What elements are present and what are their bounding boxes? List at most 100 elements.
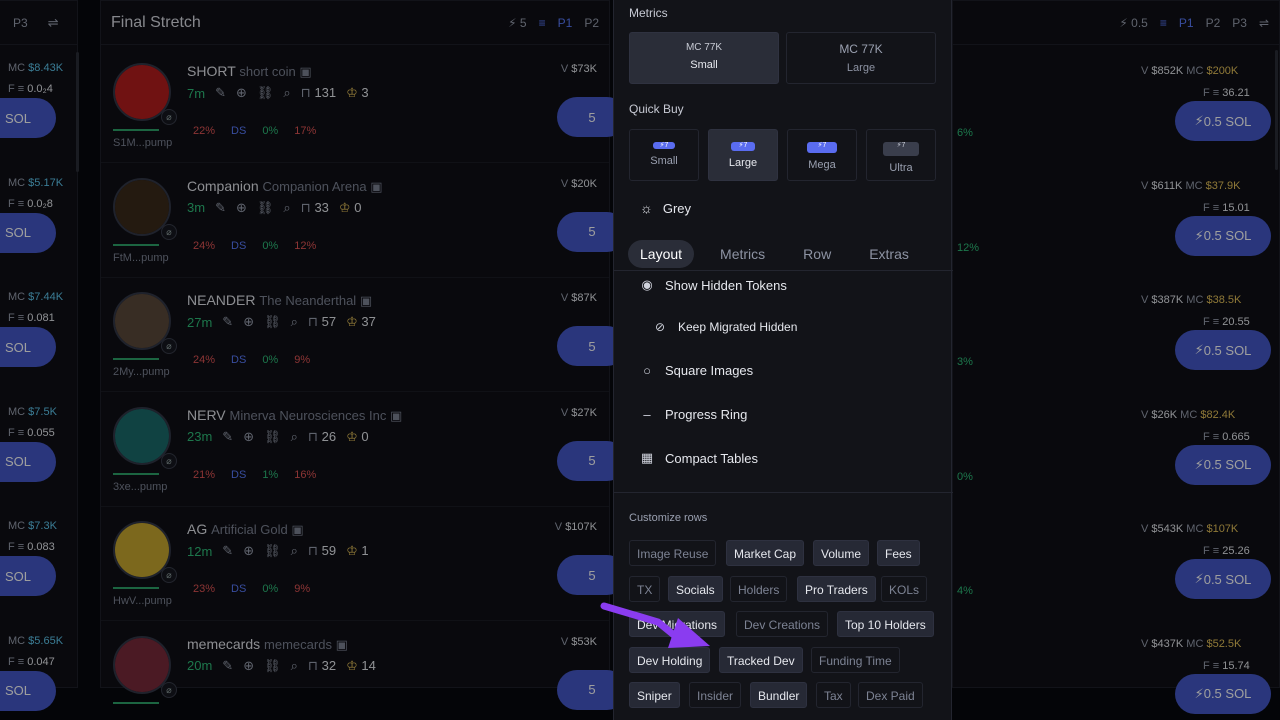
quick-buy-button[interactable]: ⚡ 0.5 SOL [1175, 101, 1271, 141]
quick-buy-button[interactable]: SOL [0, 98, 56, 138]
globe-icon[interactable]: ⊕ [236, 200, 247, 216]
token-address[interactable]: S1M...pump [113, 137, 172, 149]
token-name[interactable]: memecards memecards ▣ [187, 636, 348, 653]
token-name[interactable]: NEANDER The Neanderthal ▣ [187, 292, 372, 309]
row-chip[interactable]: Dex Paid [858, 682, 923, 708]
row-chip[interactable]: Insider [689, 682, 742, 708]
quick-buy-large[interactable]: ⚡7 Large [708, 129, 778, 181]
row-chip[interactable]: Pro Traders [797, 576, 876, 602]
quick-buy-mega[interactable]: ⚡7 Mega [787, 129, 857, 181]
quick-buy-button[interactable]: ⚡ 0.5 SOL [1175, 444, 1271, 485]
token-row[interactable]: ⌀ HwV...pump AG Artificial Gold ▣ 12m ✎ ⊕ ⛓ ⌕ ⊓ … [101, 507, 627, 621]
tab-extras[interactable]: Extras [857, 240, 921, 268]
globe-icon[interactable]: ⊕ [243, 543, 254, 559]
globe-icon[interactable]: ⊕ [243, 429, 254, 445]
token-name[interactable]: NERV Minerva Neurosciences Inc ▣ [187, 407, 402, 424]
token-address[interactable]: HwV...pump [113, 595, 172, 607]
row-chip[interactable]: Bundler [750, 682, 808, 708]
row-chip[interactable]: Top 10 Holders [837, 611, 934, 637]
pen-icon[interactable]: ✎ [222, 314, 233, 330]
row-chip[interactable]: Funding Time [811, 647, 900, 673]
link-icon[interactable]: ⛓ [264, 314, 281, 330]
metrics-large-option[interactable]: MC 77K Large [786, 32, 936, 84]
quick-buy-small[interactable]: ⚡7 Small [629, 129, 699, 181]
row-chip[interactable]: Dev Holding [629, 647, 711, 673]
globe-icon[interactable]: ⊕ [243, 314, 254, 330]
pen-icon[interactable]: ✎ [215, 85, 226, 101]
copy-icon[interactable]: ▣ [332, 637, 348, 652]
row-chip[interactable]: Socials [668, 576, 723, 602]
copy-icon[interactable]: ▣ [296, 64, 311, 79]
option-keep-migrated-hidden[interactable]: ⊘ Keep Migrated Hidden [652, 320, 797, 334]
option-square-images[interactable]: ○ Square Images [639, 363, 753, 378]
search-icon[interactable]: ⌕ [283, 200, 290, 216]
token-row[interactable]: ⌀ FtM...pump Companion Companion Arena ▣ 3m… [101, 164, 627, 278]
token-row[interactable]: ⌀ 2My...pump NEANDER The Neanderthal ▣ 27m ✎… [101, 278, 627, 392]
link-icon[interactable]: ⛓ [264, 658, 281, 674]
globe-icon[interactable]: ⊕ [236, 85, 247, 101]
row-chip[interactable]: Volume [813, 540, 870, 566]
quick-buy-button[interactable]: SOL [0, 441, 56, 482]
row-chip[interactable]: Tax [816, 682, 851, 708]
link-icon[interactable]: ⛓ [257, 200, 274, 216]
pen-icon[interactable]: ✎ [222, 429, 233, 445]
pen-icon[interactable]: ✎ [222, 543, 233, 559]
list-icon-right[interactable]: ≡ [1160, 16, 1167, 30]
option-compact-tables[interactable]: ▦ Compact Tables [639, 450, 758, 466]
quick-buy-button[interactable]: SOL [0, 556, 56, 596]
search-icon[interactable]: ⌕ [291, 658, 298, 674]
theme-toggle[interactable]: ☼ Grey [640, 200, 691, 216]
preset-p1[interactable]: P1 [558, 16, 573, 30]
quick-buy-ultra[interactable]: ⚡7 Ultra [866, 129, 936, 181]
copy-icon[interactable]: ▣ [288, 522, 303, 537]
token-address[interactable]: 3xe...pump [113, 481, 167, 493]
link-icon[interactable]: ⛓ [264, 429, 281, 445]
globe-icon[interactable]: ⊕ [243, 658, 254, 674]
metrics-small-option[interactable]: MC 77K Small [629, 32, 779, 84]
copy-icon[interactable]: ▣ [356, 293, 372, 308]
quick-buy-button[interactable]: ⚡ 0.5 SOL [1175, 215, 1271, 256]
row-chip[interactable]: Fees [877, 540, 920, 566]
quick-buy-button[interactable]: SOL [0, 212, 56, 253]
preset-p1-right[interactable]: P1 [1179, 16, 1194, 30]
quick-buy-button[interactable]: SOL [0, 327, 56, 367]
right-scrollbar[interactable] [1275, 50, 1278, 170]
left-scrollbar[interactable] [76, 52, 79, 172]
tab-layout[interactable]: Layout [628, 239, 695, 268]
row-chip[interactable]: TX [629, 576, 661, 602]
copy-icon[interactable]: ▣ [367, 179, 382, 194]
option-show-hidden-tokens[interactable]: ◉ Show Hidden Tokens [639, 277, 787, 293]
search-icon[interactable]: ⌕ [283, 85, 290, 101]
row-chip[interactable]: Image Reuse [629, 540, 717, 566]
row-chip[interactable]: KOLs [881, 576, 928, 602]
token-name[interactable]: Companion Companion Arena ▣ [187, 178, 382, 195]
token-row[interactable]: ⌀ S1M...pump SHORT short coin ▣ 7m ✎ ⊕ ⛓ ⌕ ⊓ 131… [101, 49, 627, 163]
list-icon[interactable]: ≡ [539, 16, 546, 30]
token-row[interactable]: ⌀ memecards memecards ▣ 20m ✎ ⊕ ⛓ ⌕ ⊓ 32 ♔ 14 V $… [101, 622, 627, 720]
preset-p3[interactable]: P3 [13, 16, 28, 30]
filter-icon-right[interactable]: ⇌ [1259, 16, 1269, 30]
quick-buy-button[interactable]: ⚡ 0.5 SOL [1175, 330, 1271, 370]
quick-buy-button[interactable]: SOL [0, 670, 56, 711]
quick-buy-button[interactable]: ⚡ 0.5 SOL [1175, 559, 1271, 599]
token-name[interactable]: SHORT short coin ▣ [187, 63, 312, 80]
search-icon[interactable]: ⌕ [291, 543, 298, 559]
quick-amount[interactable]: ⚡ 5 [508, 16, 526, 30]
link-icon[interactable]: ⛓ [264, 543, 281, 559]
token-address[interactable]: 2My...pump [113, 366, 170, 378]
token-row[interactable]: ⌀ 3xe...pump NERV Minerva Neurosciences In… [101, 393, 627, 507]
search-icon[interactable]: ⌕ [291, 314, 298, 330]
token-name[interactable]: AG Artificial Gold ▣ [187, 521, 304, 538]
row-chip[interactable]: Dev Migrations [629, 611, 726, 637]
pen-icon[interactable]: ✎ [222, 658, 233, 674]
row-chip[interactable]: Sniper [629, 682, 680, 708]
row-chip[interactable]: Dev Creations [736, 611, 829, 637]
token-address[interactable]: FtM...pump [113, 252, 169, 264]
row-chip[interactable]: Market Cap [726, 540, 805, 566]
row-chip[interactable]: Holders [730, 576, 788, 602]
tab-metrics[interactable]: Metrics [708, 240, 777, 268]
copy-icon[interactable]: ▣ [386, 408, 402, 423]
option-progress-ring[interactable]: – Progress Ring [639, 407, 747, 422]
preset-p2-right[interactable]: P2 [1206, 16, 1221, 30]
row-chip[interactable]: Tracked Dev [719, 647, 803, 673]
